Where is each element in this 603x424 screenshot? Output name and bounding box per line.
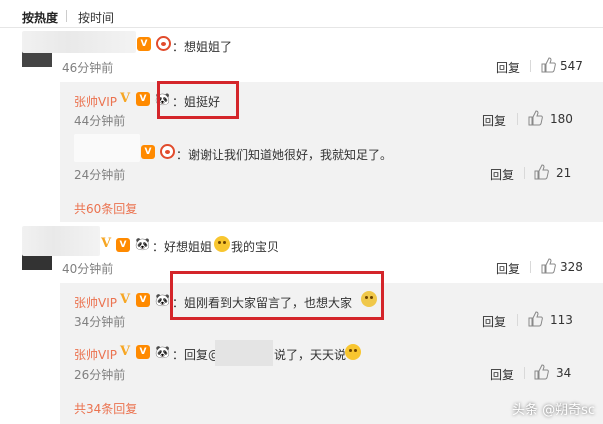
member-level-icon: V: [137, 37, 151, 51]
sort-bar: 按热度 按时间: [0, 0, 603, 28]
like-count: 328: [560, 260, 583, 274]
reply-button[interactable]: 回复: [496, 260, 520, 277]
like-count: 21: [556, 166, 572, 180]
action-divider: [530, 261, 531, 273]
thumbs-up-icon[interactable]: [540, 57, 556, 73]
reply-text: ：姐刚看到大家留言了，也想大家: [172, 296, 353, 310]
member-level-icon: V: [136, 345, 150, 359]
panda-emoji-icon: 🐼: [155, 92, 170, 106]
reply-time: 26分钟前: [74, 368, 126, 382]
like-count: 113: [550, 313, 573, 327]
reply-text-tail: 说了，天天说: [274, 348, 347, 362]
reply-text: ：姐挺好: [172, 95, 221, 109]
sort-by-time[interactable]: 按时间: [78, 9, 114, 26]
member-level-icon: V: [141, 145, 155, 159]
blurred-username[interactable]: [74, 134, 140, 162]
action-divider: [524, 167, 525, 179]
reply-text: ：回复@: [172, 348, 221, 362]
sort-by-hot[interactable]: 按热度: [22, 9, 58, 26]
blurred-username[interactable]: [22, 226, 100, 256]
action-divider: [524, 367, 525, 379]
reply-username[interactable]: 张帅VIP: [74, 93, 117, 110]
reply-button[interactable]: 回复: [490, 166, 514, 183]
weibo-badge-icon: [156, 36, 171, 51]
member-level-icon: V: [136, 92, 150, 106]
reply-username[interactable]: 张帅VIP: [74, 346, 117, 363]
reply-button[interactable]: 回复: [496, 59, 520, 76]
action-divider: [517, 314, 518, 326]
panda-emoji-icon: 🐼: [155, 293, 170, 307]
thumbs-up-icon[interactable]: [527, 311, 543, 327]
blurred-mention[interactable]: [215, 340, 273, 366]
comment-text: ：想姐姐了: [172, 40, 233, 54]
reply-button[interactable]: 回复: [490, 366, 514, 383]
comment-time: 40分钟前: [62, 262, 114, 276]
like-count: 34: [556, 366, 572, 380]
hug-emoji-icon: [361, 291, 377, 307]
panda-emoji-icon: 🐼: [135, 237, 150, 251]
thumbs-up-icon[interactable]: [540, 258, 556, 274]
blurred-username[interactable]: [22, 31, 136, 53]
sort-divider: [66, 10, 67, 22]
action-divider: [530, 60, 531, 72]
watermark: 头条 @朔奇sc: [511, 403, 595, 418]
like-count: 547: [560, 59, 583, 73]
reply-button[interactable]: 回复: [482, 112, 506, 129]
member-level-icon: V: [116, 238, 130, 252]
member-level-icon: V: [136, 293, 150, 307]
verified-v-icon: V: [120, 292, 131, 307]
panda-emoji-icon: 🐼: [155, 345, 170, 359]
like-count: 180: [550, 112, 573, 126]
reply-time: 44分钟前: [74, 114, 126, 128]
weibo-badge-icon: [160, 144, 175, 159]
comment-text: ：好想姐姐: [152, 240, 213, 254]
reply-text: ：谢谢让我们知道她很好，我就知足了。: [176, 148, 393, 162]
reply-time: 34分钟前: [74, 315, 126, 329]
verified-v-icon: V: [120, 91, 131, 106]
more-replies-link[interactable]: 共34条回复: [74, 400, 137, 417]
action-divider: [517, 113, 518, 125]
reply-button[interactable]: 回复: [482, 313, 506, 330]
verified-v-icon: V: [101, 236, 112, 251]
verified-v-icon: V: [120, 344, 131, 359]
more-replies-link[interactable]: 共60条回复: [74, 200, 137, 217]
thumbs-up-icon[interactable]: [533, 164, 549, 180]
reply-username[interactable]: 张帅VIP: [74, 294, 117, 311]
thumbs-up-icon[interactable]: [533, 364, 549, 380]
comment-time: 46分钟前: [62, 61, 114, 75]
reply-time: 24分钟前: [74, 168, 126, 182]
smile-emoji-icon: [345, 344, 361, 360]
comment-text-tail: 我的宝贝: [231, 240, 280, 254]
thumbs-up-icon[interactable]: [527, 110, 543, 126]
crying-emoji-icon: [214, 236, 230, 252]
